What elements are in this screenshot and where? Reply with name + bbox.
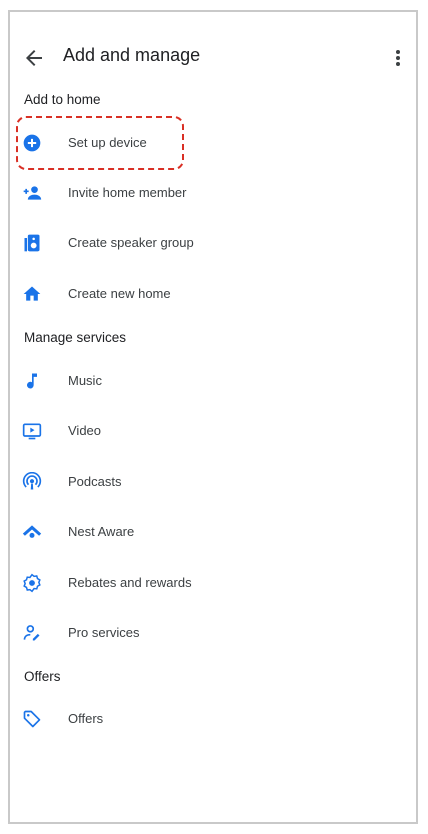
nest-aware-icon	[22, 525, 42, 538]
rewards-badge-icon	[23, 573, 41, 593]
more-vert-icon	[396, 50, 400, 66]
list-item-create-new-home[interactable]: Create new home	[10, 274, 416, 314]
podcasts-icon	[22, 472, 42, 490]
list-item-set-up-device[interactable]: Set up device	[10, 123, 416, 163]
offers-label: Offers	[68, 711, 104, 726]
invite-home-member-label: Invite home member	[68, 185, 187, 200]
more-options-button[interactable]	[388, 46, 408, 70]
music-label: Music	[68, 373, 102, 388]
home-icon	[23, 286, 41, 301]
arrow-back-icon	[26, 50, 42, 66]
section-add-to-home: Add to home	[24, 92, 101, 107]
list-item-invite-home-member[interactable]: Invite home member	[10, 173, 416, 213]
back-button[interactable]	[22, 46, 46, 70]
tag-icon	[23, 710, 41, 728]
create-speaker-group-label: Create speaker group	[68, 235, 194, 250]
video-display-icon	[22, 423, 42, 440]
list-item-offers[interactable]: Offers	[10, 699, 416, 739]
section-offers: Offers	[24, 669, 61, 684]
rebates-and-rewards-label: Rebates and rewards	[68, 575, 192, 590]
list-item-music[interactable]: Music	[10, 361, 416, 401]
list-item-rebates-and-rewards[interactable]: Rebates and rewards	[10, 563, 416, 603]
list-item-nest-aware[interactable]: Nest Aware	[10, 512, 416, 552]
set-up-device-label: Set up device	[68, 135, 147, 150]
speaker-group-icon	[24, 234, 40, 252]
create-new-home-label: Create new home	[68, 286, 171, 301]
add-circle-icon	[23, 134, 41, 152]
list-item-create-speaker-group[interactable]: Create speaker group	[10, 223, 416, 263]
pro-services-person-icon	[23, 625, 40, 641]
list-item-video[interactable]: Video	[10, 411, 416, 451]
podcasts-label: Podcasts	[68, 474, 122, 489]
pro-services-label: Pro services	[68, 625, 140, 640]
section-manage-services: Manage services	[24, 330, 127, 345]
nest-aware-label: Nest Aware	[68, 524, 135, 539]
person-add-icon	[23, 186, 42, 200]
music-note-icon	[27, 373, 37, 389]
list-item-pro-services[interactable]: Pro services	[10, 613, 416, 653]
app-bar: Add and manage	[10, 40, 416, 76]
app-screen: Add and manage Add to home Set up device…	[8, 10, 418, 824]
video-label: Video	[68, 423, 102, 438]
list-item-podcasts[interactable]: Podcasts	[10, 462, 416, 502]
page-title: Add and manage	[63, 45, 201, 65]
